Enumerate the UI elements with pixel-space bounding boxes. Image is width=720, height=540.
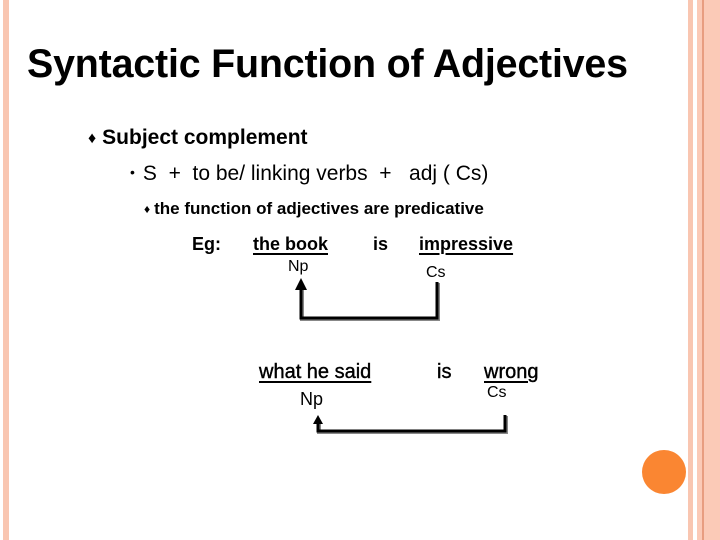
example2-arrow <box>313 415 508 434</box>
dependency-arrows <box>295 278 508 434</box>
example1-arrow <box>295 278 440 321</box>
arrowhead-icon <box>295 278 307 290</box>
arrowhead-icon <box>313 415 323 424</box>
